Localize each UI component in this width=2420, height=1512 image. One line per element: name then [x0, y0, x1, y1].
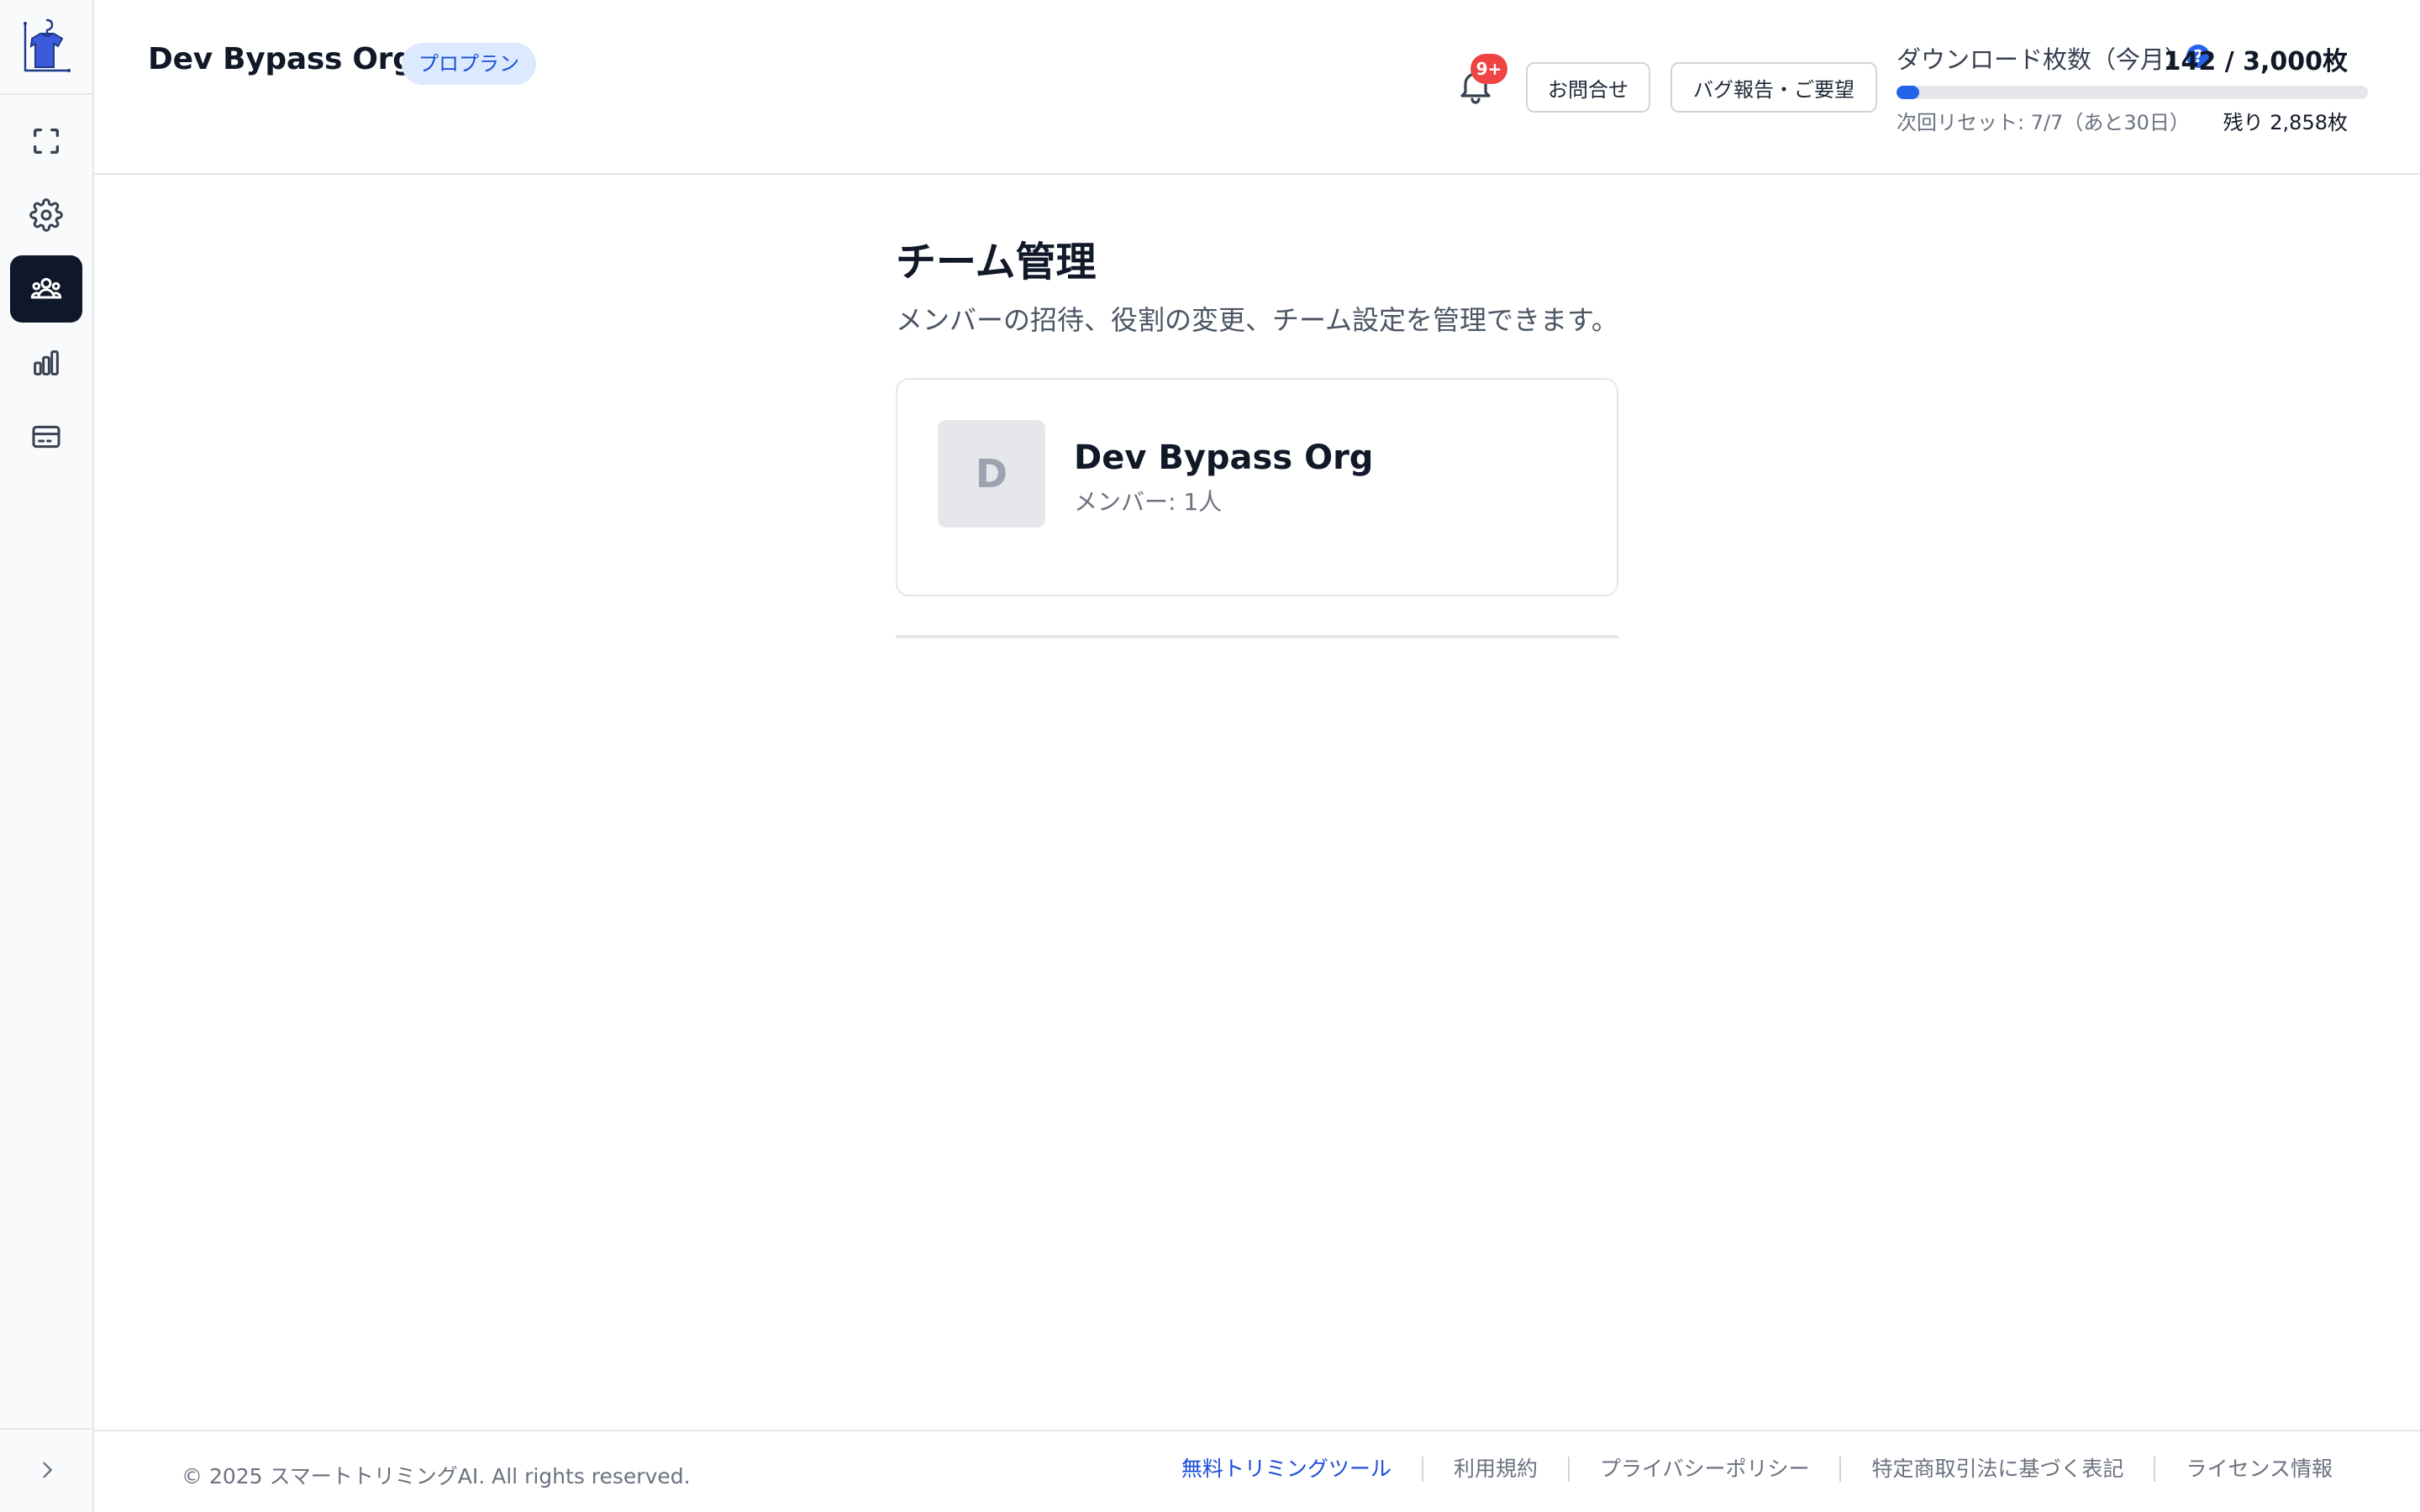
sidebar-bottom-divider	[0, 1428, 92, 1430]
gear-icon	[29, 198, 63, 232]
page-description: メンバーの招待、役割の変更、チーム設定を管理できます。	[896, 304, 1618, 336]
member-count: メンバー: 1人	[1074, 488, 1223, 516]
org-avatar: D	[938, 420, 1045, 528]
fullscreen-icon	[34, 129, 60, 154]
usage-progress-bar	[1897, 86, 2368, 99]
card-org-name: Dev Bypass Org	[1074, 438, 1374, 477]
org-name: Dev Bypass Org	[148, 42, 414, 76]
sidebar-item-analytics[interactable]	[10, 329, 82, 396]
team-icon	[30, 277, 62, 299]
top-header: Dev Bypass Org プロプラン 9+ お問合せ バグ報告・ご要望 ダウ…	[94, 0, 2420, 175]
download-usage-count: 142 / 3,000枚	[2163, 47, 2348, 76]
footer-links: 無料トリミングツール 利用規約 プライバシーポリシー 特定商取引法に基づく表記 …	[1151, 1457, 2333, 1482]
sidebar-item-settings[interactable]	[10, 181, 82, 249]
download-usage-label: ダウンロード枚数（今月）	[1897, 45, 2190, 74]
bug-report-button[interactable]: バグ報告・ご要望	[1670, 62, 1877, 113]
usage-progress-fill	[1897, 86, 1919, 99]
copyright-text: © 2025 スマートトリミングAI. All rights reserved.	[182, 1464, 691, 1488]
chevron-right-icon	[43, 1462, 52, 1478]
footer-link-commerce-law[interactable]: 特定商取引法に基づく表記	[1839, 1457, 2154, 1482]
hanger-shirt-logo[interactable]	[22, 17, 72, 77]
sidebar	[0, 0, 94, 1512]
sidebar-item-fullscreen[interactable]	[10, 108, 82, 175]
plan-badge: プロプラン	[402, 43, 536, 85]
contact-button[interactable]: お問合せ	[1526, 62, 1650, 113]
section-divider	[896, 635, 1618, 638]
sidebar-divider	[0, 93, 92, 95]
footer-link-privacy[interactable]: プライバシーポリシー	[1567, 1457, 1840, 1482]
credit-card-icon	[32, 425, 60, 449]
footer-link-terms[interactable]: 利用規約	[1421, 1457, 1568, 1482]
bar-chart-icon	[34, 350, 59, 375]
sidebar-item-billing[interactable]	[10, 403, 82, 470]
remaining-count: 残り 2,858枚	[2223, 111, 2348, 134]
footer-link-license[interactable]: ライセンス情報	[2154, 1457, 2333, 1482]
sidebar-expand-button[interactable]	[30, 1453, 64, 1487]
footer-link-free-tool[interactable]: 無料トリミングツール	[1151, 1457, 1422, 1482]
sidebar-item-team[interactable]	[10, 255, 82, 323]
next-reset-text: 次回リセット: 7/7（あと30日）	[1897, 111, 2190, 134]
notification-count-badge: 9+	[1470, 54, 1507, 84]
page-title: チーム管理	[896, 239, 1097, 286]
org-card: D Dev Bypass Org メンバー: 1人	[896, 378, 1618, 596]
footer: © 2025 スマートトリミングAI. All rights reserved.…	[94, 1430, 2420, 1512]
